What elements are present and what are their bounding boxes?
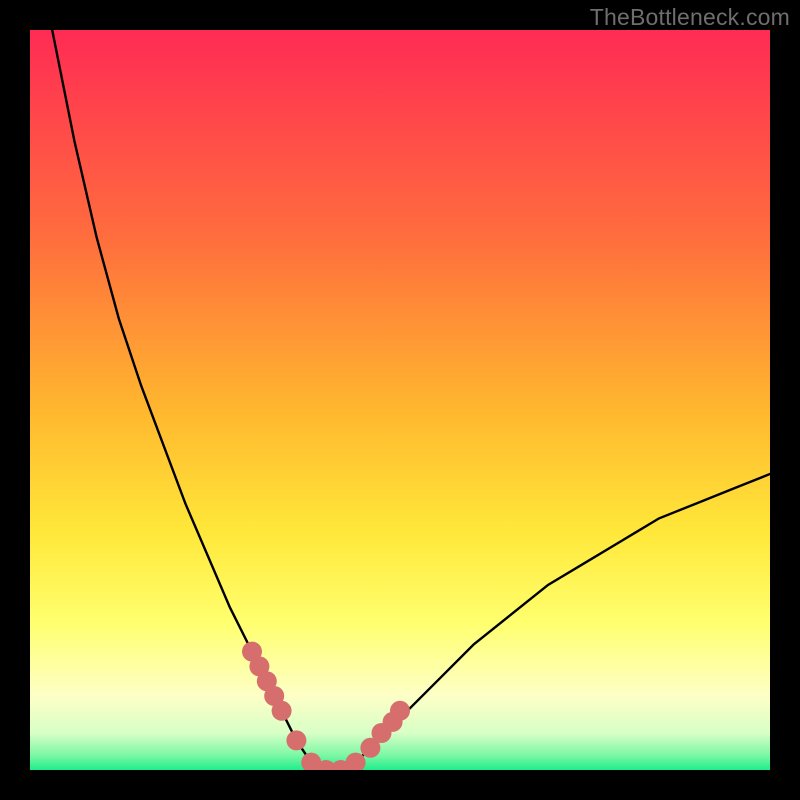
marker-dot: [286, 730, 306, 750]
marker-dot: [272, 701, 292, 721]
chart-svg: [30, 30, 770, 770]
marker-dot: [390, 701, 410, 721]
chart-frame: TheBottleneck.com: [0, 0, 800, 800]
watermark-text: TheBottleneck.com: [590, 4, 790, 31]
gradient-background: [30, 30, 770, 770]
plot-area: [30, 30, 770, 770]
